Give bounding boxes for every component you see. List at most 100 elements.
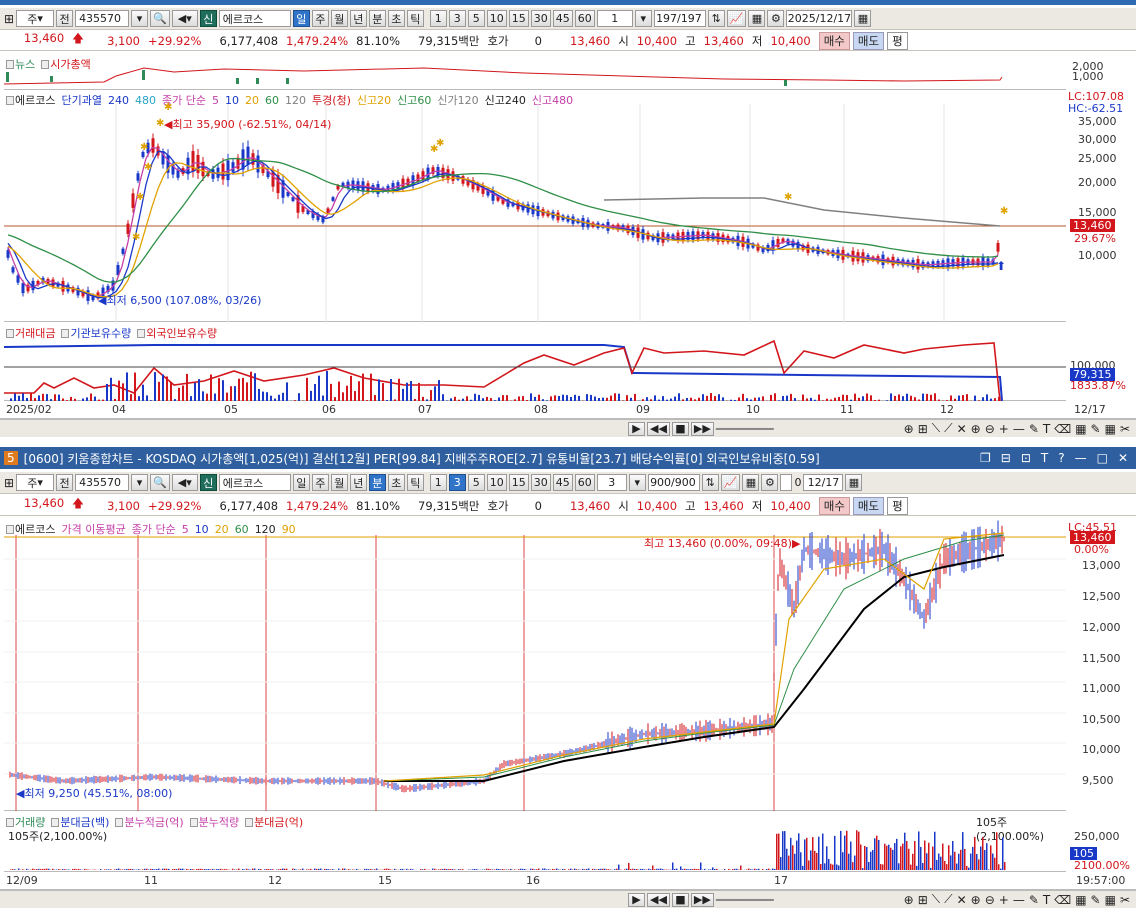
- period-button[interactable]: 일: [292, 474, 310, 491]
- drawing-tool-icon[interactable]: ✕: [957, 893, 967, 907]
- interval-button[interactable]: 60: [574, 10, 595, 27]
- window-control-icon[interactable]: ⊡: [1021, 451, 1031, 465]
- unit-dropdown-icon[interactable]: ▾: [634, 10, 652, 27]
- drawing-tool-icon[interactable]: ▦: [1105, 422, 1116, 436]
- search-icon[interactable]: 🔍: [150, 10, 170, 27]
- stock-code-input[interactable]: 435570: [75, 474, 130, 491]
- drawing-tool-icon[interactable]: T: [1043, 422, 1050, 436]
- market-type-select[interactable]: 주 ▾: [16, 10, 55, 27]
- stock-name-field[interactable]: 에르코스: [218, 10, 291, 27]
- speaker-icon[interactable]: ◀▾: [171, 10, 198, 27]
- interval-button[interactable]: 30: [530, 10, 551, 27]
- drawing-tool-icon[interactable]: ⟍: [932, 421, 940, 436]
- window-control-icon[interactable]: ⊟: [1001, 451, 1011, 465]
- playback-button[interactable]: ▶: [628, 421, 645, 436]
- drawing-tool-icon[interactable]: ⊕: [904, 893, 914, 907]
- window-control-icon[interactable]: ?: [1058, 451, 1064, 465]
- period-button[interactable]: 주: [311, 474, 329, 491]
- drawing-tool-icon[interactable]: ⊕: [971, 422, 981, 436]
- eval-button[interactable]: 평: [887, 31, 908, 50]
- drawing-tool-icon[interactable]: ▦: [1075, 422, 1086, 436]
- drawing-tool-icon[interactable]: ⊖: [985, 893, 995, 907]
- window-control-icon[interactable]: —: [1075, 451, 1087, 465]
- chart-grid-icon[interactable]: ⊞: [4, 12, 14, 26]
- interval-button[interactable]: 15: [508, 474, 529, 491]
- period-button[interactable]: 분: [368, 10, 386, 27]
- interval-button[interactable]: 15: [508, 10, 529, 27]
- drawing-tool-icon[interactable]: ✎: [1029, 893, 1039, 907]
- drawing-tool-icon[interactable]: ✕: [957, 422, 967, 436]
- code-dropdown-icon[interactable]: ▾: [131, 474, 149, 491]
- playback-button[interactable]: ▶▶: [690, 892, 714, 907]
- sell-button[interactable]: 매도: [852, 31, 885, 50]
- interval-button[interactable]: 30: [530, 474, 551, 491]
- period-button[interactable]: 분: [368, 474, 386, 491]
- interval-button[interactable]: 45: [552, 10, 573, 27]
- calendar-icon[interactable]: ▦: [845, 474, 863, 491]
- drawing-tool-icon[interactable]: ✎: [1091, 893, 1101, 907]
- window-control-icon[interactable]: ✕: [1118, 451, 1128, 465]
- drawing-tool-icon[interactable]: ⟋: [944, 892, 952, 907]
- indicator-icon[interactable]: 📈: [720, 474, 741, 491]
- date-field[interactable]: 12/17: [803, 474, 844, 491]
- unit-dropdown-icon[interactable]: ▾: [628, 474, 646, 491]
- playback-button[interactable]: ■: [671, 892, 689, 907]
- zero-checkbox[interactable]: [780, 474, 793, 491]
- interval-button[interactable]: 10: [486, 10, 507, 27]
- settings-gear-icon[interactable]: ⚙: [761, 474, 779, 491]
- drawing-tool-icon[interactable]: ▦: [1105, 893, 1116, 907]
- interval-button[interactable]: 3: [448, 474, 466, 491]
- window-control-icon[interactable]: T: [1041, 451, 1048, 465]
- drawing-tool-icon[interactable]: ✂: [1120, 893, 1130, 907]
- unit-select[interactable]: 1: [596, 10, 633, 27]
- interval-button[interactable]: 10: [486, 474, 507, 491]
- market-type-select[interactable]: 주 ▾: [16, 474, 55, 491]
- unit-select[interactable]: 3: [596, 474, 627, 491]
- interval-button[interactable]: 1: [429, 474, 447, 491]
- drawing-tool-icon[interactable]: T: [1043, 893, 1050, 907]
- interval-button[interactable]: 60: [574, 474, 595, 491]
- drawing-tool-icon[interactable]: ⊕: [971, 893, 981, 907]
- zoom-slider[interactable]: ━━━━━━━━: [716, 422, 774, 436]
- zoom-slider[interactable]: ━━━━━━━━: [716, 893, 774, 907]
- playback-button[interactable]: ■: [671, 421, 689, 436]
- sell-button[interactable]: 매도: [852, 496, 885, 515]
- drawing-tool-icon[interactable]: ⟋: [944, 421, 952, 436]
- drawing-tool-icon[interactable]: —: [1013, 422, 1025, 436]
- drawing-tool-icon[interactable]: +: [999, 893, 1009, 907]
- drawing-tool-icon[interactable]: ⊖: [985, 422, 995, 436]
- drawing-tool-icon[interactable]: —: [1013, 893, 1025, 907]
- prev-button[interactable]: 전: [56, 474, 74, 491]
- period-button[interactable]: 틱: [406, 474, 424, 491]
- indicator-icon[interactable]: 📈: [726, 10, 747, 27]
- date-field[interactable]: 2025/12/17: [786, 10, 853, 27]
- playback-button[interactable]: ▶: [628, 892, 645, 907]
- drawing-tool-icon[interactable]: ⟍: [932, 892, 940, 907]
- drawing-tool-icon[interactable]: ⌫: [1054, 422, 1071, 436]
- compare-icon[interactable]: ⇅: [701, 474, 719, 491]
- speaker-icon[interactable]: ◀▾: [171, 474, 198, 491]
- drawing-tool-icon[interactable]: ▦: [1075, 893, 1086, 907]
- window-control-icon[interactable]: ❐: [980, 451, 991, 465]
- drawing-tool-icon[interactable]: +: [999, 422, 1009, 436]
- drawing-tool-icon[interactable]: ⌫: [1054, 893, 1071, 907]
- prev-button[interactable]: 전: [56, 10, 74, 27]
- drawing-tool-icon[interactable]: ⊞: [918, 893, 928, 907]
- period-button[interactable]: 일: [292, 10, 310, 27]
- period-button[interactable]: 년: [349, 10, 367, 27]
- calendar-icon[interactable]: ▦: [854, 10, 872, 27]
- stock-code-input[interactable]: 435570: [75, 10, 130, 27]
- count-field[interactable]: 900/900: [647, 474, 700, 491]
- interval-button[interactable]: 5: [467, 474, 485, 491]
- drawing-tool-icon[interactable]: ✎: [1029, 422, 1039, 436]
- interval-button[interactable]: 5: [467, 10, 485, 27]
- save-icon[interactable]: ▦: [742, 474, 760, 491]
- buy-button[interactable]: 매수: [818, 31, 850, 50]
- settings-gear-icon[interactable]: ⚙: [767, 10, 785, 27]
- period-button[interactable]: 틱: [406, 10, 424, 27]
- playback-button[interactable]: ◀◀: [647, 421, 670, 436]
- eval-button[interactable]: 평: [887, 496, 908, 515]
- compare-icon[interactable]: ⇅: [707, 10, 725, 27]
- drawing-tool-icon[interactable]: ⊞: [918, 422, 928, 436]
- drawing-tool-icon[interactable]: ✂: [1120, 422, 1130, 436]
